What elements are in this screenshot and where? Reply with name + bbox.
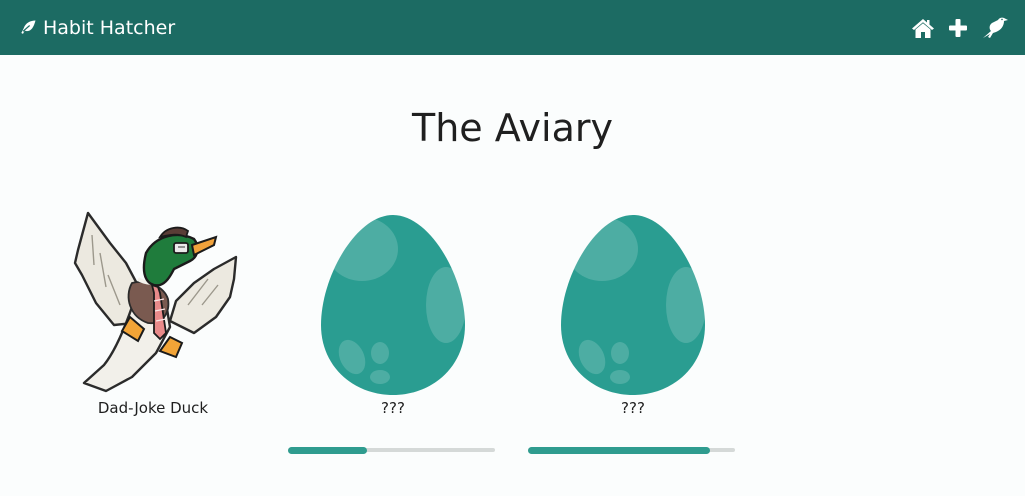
bird-name: ??? xyxy=(621,399,645,417)
hatch-progress-bar xyxy=(288,447,495,454)
top-navbar: Habit Hatcher xyxy=(0,0,1025,55)
brand-link[interactable]: Habit Hatcher xyxy=(18,17,175,39)
bird-name: Dad-Joke Duck xyxy=(97,399,209,417)
hatch-progress-bar xyxy=(528,447,735,454)
page-title: The Aviary xyxy=(412,106,613,150)
bird-name: ??? xyxy=(381,399,405,417)
nav-icon-group xyxy=(911,16,1009,40)
egg-icon xyxy=(321,215,466,395)
bird-card-egg[interactable]: ??? xyxy=(288,205,498,455)
hatch-progress-fill xyxy=(528,447,711,454)
home-icon[interactable] xyxy=(911,17,935,39)
hatch-progress-fill xyxy=(288,447,367,454)
duck-illustration xyxy=(73,211,238,393)
bird-card-duck[interactable]: Dad-Joke Duck xyxy=(48,205,258,455)
feather-icon xyxy=(21,20,36,34)
bird-card-egg[interactable]: ??? xyxy=(528,205,738,455)
brand-name: Habit Hatcher xyxy=(43,16,176,39)
plus-icon[interactable] xyxy=(947,17,969,39)
crow-icon[interactable] xyxy=(981,16,1009,40)
egg-icon xyxy=(561,215,706,395)
